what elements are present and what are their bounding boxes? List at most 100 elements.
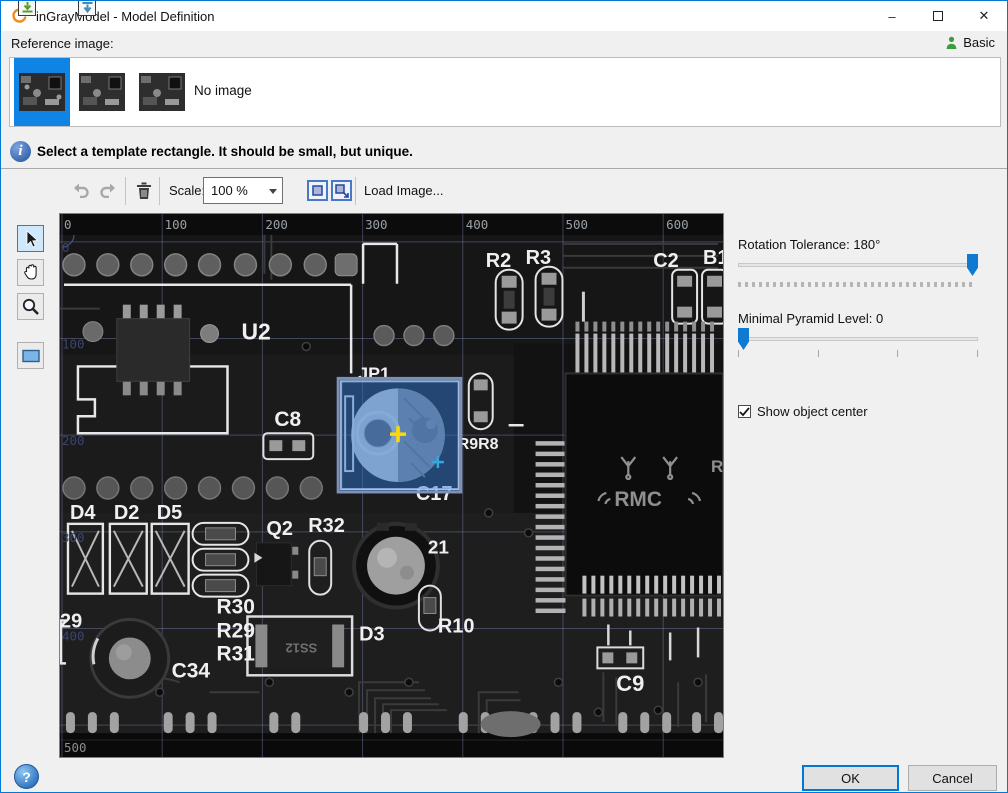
download-green-icon — [18, 0, 36, 16]
rotation-tolerance-label: Rotation Tolerance: 180° — [738, 237, 880, 252]
redo-button[interactable] — [95, 175, 121, 205]
scale-value: 100 % — [211, 183, 248, 198]
close-icon: ✕ — [979, 8, 990, 24]
thumbnail-image — [139, 73, 185, 111]
ruler-top-label: 200 — [265, 217, 287, 232]
pcb-label: 21 — [428, 538, 449, 559]
template-selection-rectangle[interactable] — [338, 378, 461, 492]
thumbnail-image — [19, 73, 65, 111]
pyramid-slider-ticks — [738, 350, 978, 357]
fit-to-window-button[interactable] — [304, 175, 330, 205]
hand-icon — [22, 263, 40, 282]
download-blue-icon — [78, 0, 96, 16]
info-text: Select a template rectangle. It should b… — [37, 144, 413, 159]
pointer-icon — [22, 229, 40, 249]
magnifier-tool-button[interactable] — [17, 293, 44, 320]
load-image-button[interactable]: Load Image... — [364, 183, 444, 198]
pcb-label: C8 — [274, 408, 301, 431]
window-title: inGrayModel - Model Definition — [36, 9, 214, 24]
pcb-label: R2 — [486, 250, 511, 272]
ruler-bottom — [60, 733, 723, 757]
pcb-label: SS12 — [286, 640, 318, 655]
pcb-label: R32 — [308, 515, 345, 537]
close-button[interactable]: ✕ — [961, 1, 1007, 31]
pcb-label: Q2 — [266, 518, 293, 540]
capacitor-c34 — [91, 620, 169, 698]
reference-image-label: Reference image: — [11, 36, 114, 51]
pyramid-slider-thumb[interactable] — [738, 328, 749, 350]
toolbar-separator — [125, 177, 126, 205]
pcb-label: B1 — [703, 247, 723, 269]
ruler-top-label: 600 — [666, 217, 688, 232]
pcb-label: R3 — [526, 247, 551, 269]
grab-reference-thumbnail[interactable] — [134, 58, 190, 126]
rectangle-region-icon — [21, 348, 41, 364]
redo-icon — [99, 182, 118, 198]
delete-button[interactable] — [131, 175, 157, 205]
load-reference-thumbnail[interactable] — [74, 58, 130, 126]
reference-thumbnail-selected[interactable] — [14, 58, 70, 126]
cancel-button[interactable]: Cancel — [908, 765, 997, 791]
show-object-center-label: Show object center — [757, 404, 868, 419]
ruler-left-label: 200 — [62, 433, 84, 448]
pyramid-level-slider[interactable] — [738, 337, 978, 341]
title-bar[interactable]: inGrayModel - Model Definition – ✕ — [1, 1, 1007, 31]
editor-toolbar: Scale: 100 % Load Image... — [59, 169, 759, 213]
pcb-label: 29 — [60, 610, 82, 632]
maximize-button[interactable] — [915, 1, 961, 31]
toolbar-separator — [355, 177, 356, 205]
pcb-label: D2 — [114, 502, 139, 524]
pcb-label: R31 — [217, 642, 256, 665]
undo-icon — [71, 182, 90, 198]
pcb-label: R — [711, 457, 723, 476]
pcb-label: RMC — [614, 488, 662, 511]
info-icon: i — [10, 141, 31, 162]
pcb-label: R10 — [438, 615, 475, 637]
pcb-label: C9 — [616, 671, 644, 696]
show-object-center-checkbox[interactable] — [738, 405, 751, 418]
scale-combobox[interactable]: 100 % — [203, 177, 283, 204]
rectangle-tool-button[interactable] — [17, 342, 44, 369]
rotation-slider-thumb[interactable] — [967, 254, 978, 276]
rotation-slider-ticks — [738, 282, 976, 287]
header-row: Reference image: Basic — [1, 31, 1007, 57]
pointer-tool-button[interactable] — [17, 225, 44, 252]
thumbnail-image — [79, 73, 125, 111]
help-button[interactable]: ? — [14, 764, 39, 789]
rotation-tolerance-slider[interactable] — [738, 263, 978, 267]
profile-mode-button[interactable]: Basic — [945, 35, 995, 50]
trash-icon — [136, 181, 152, 200]
ruler-left-label: 100 — [62, 337, 84, 352]
pan-tool-button[interactable] — [17, 259, 44, 286]
minimize-button[interactable]: – — [869, 1, 915, 31]
ok-button[interactable]: OK — [802, 765, 899, 791]
ruler-top — [60, 214, 723, 235]
pcb-label: R29 — [217, 619, 255, 642]
pcb-label: R9R8 — [458, 436, 499, 453]
pcb-label: R30 — [217, 596, 255, 619]
checkmark-icon — [739, 407, 750, 417]
ruler-top-label: 0 — [64, 217, 72, 232]
pcb-label: D5 — [157, 502, 182, 524]
ruler-bottom-labels: 500 — [64, 740, 86, 755]
fit-original-size-icon — [331, 180, 352, 201]
ruler-top-label: 100 — [165, 217, 187, 232]
user-icon — [945, 36, 958, 50]
minimize-icon: – — [888, 9, 895, 24]
image-editor-canvas[interactable]: 0100200300400500600 0100200300400 500 U2… — [59, 213, 724, 758]
model-definition-dialog: inGrayModel - Model Definition – ✕ Refer… — [0, 0, 1008, 793]
reference-image-strip: No image — [9, 57, 1001, 127]
no-image-label: No image — [194, 83, 252, 98]
info-bar: i Select a template rectangle. It should… — [1, 136, 1007, 169]
ruler-top-label: 400 — [466, 217, 488, 232]
capacitor-21 — [354, 523, 438, 608]
profile-mode-label: Basic — [963, 35, 995, 50]
undo-button[interactable] — [67, 175, 93, 205]
fit-original-size-button[interactable] — [328, 175, 354, 205]
pcb-label: C34 — [172, 659, 211, 682]
pcb-label: D3 — [359, 623, 384, 645]
ruler-left-label: 0 — [62, 240, 70, 255]
question-mark-icon: ? — [22, 769, 31, 785]
transistor-q2 — [254, 543, 298, 586]
magnifier-icon — [21, 297, 40, 316]
